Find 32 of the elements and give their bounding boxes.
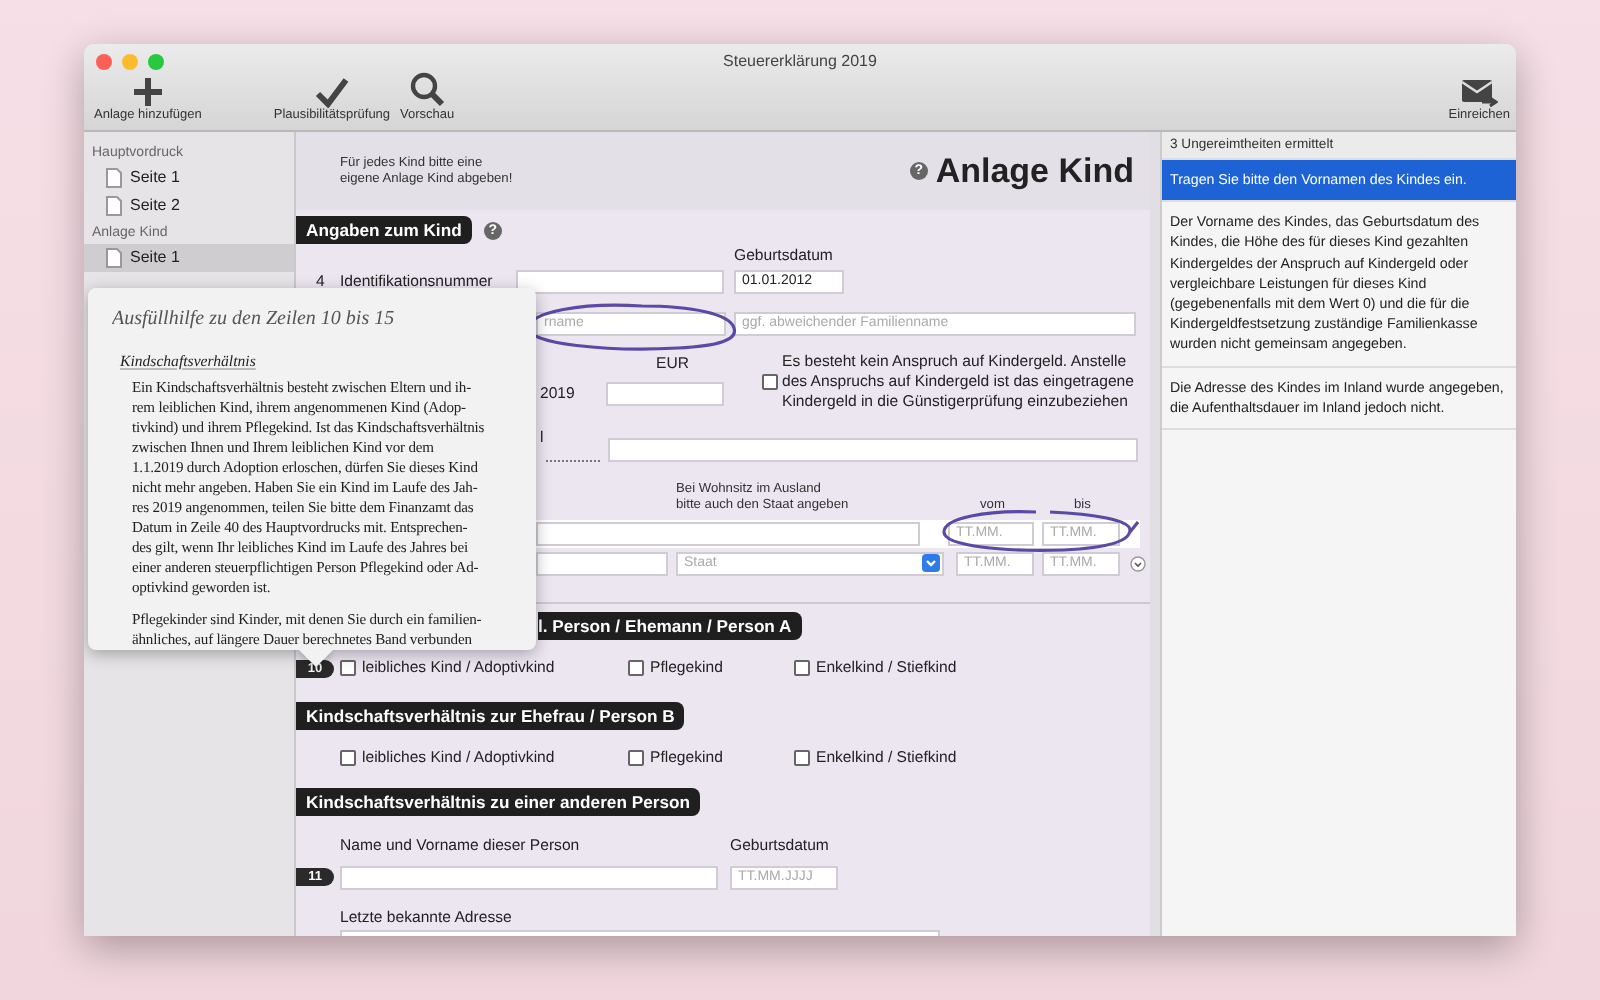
section-header: Kindschaftsverhältnis zur Ehefrau / Person B bbox=[296, 702, 685, 730]
section-header: Angaben zum Kind bbox=[296, 216, 472, 244]
chevron-icon bbox=[922, 554, 940, 572]
sidebar-item[interactable]: Seite 2 bbox=[84, 192, 294, 220]
checkbox[interactable] bbox=[794, 750, 810, 766]
input-field[interactable] bbox=[516, 270, 724, 294]
zoom-button[interactable] bbox=[148, 54, 164, 70]
checkbox[interactable] bbox=[762, 374, 778, 390]
checkbox[interactable] bbox=[340, 750, 356, 766]
search-icon bbox=[409, 72, 446, 108]
sidebar-item[interactable]: Seite 1 bbox=[84, 164, 294, 192]
dropdown-icon[interactable] bbox=[1130, 555, 1146, 571]
checkbox[interactable] bbox=[628, 750, 644, 766]
section-header: l. Person / Ehemann / Person A bbox=[538, 612, 802, 640]
plus-icon bbox=[131, 76, 164, 108]
form-title: Anlage Kind bbox=[935, 149, 1134, 194]
minimize-button[interactable] bbox=[122, 54, 138, 70]
checkbox[interactable] bbox=[628, 660, 644, 676]
input-field[interactable] bbox=[536, 522, 920, 546]
checkmark-icon bbox=[313, 76, 350, 108]
input-field[interactable] bbox=[607, 438, 1138, 462]
window-title: Steuererklärung 2019 bbox=[723, 50, 877, 74]
envelope-icon bbox=[1461, 80, 1498, 108]
sidebar-item[interactable]: Seite 1 bbox=[84, 244, 294, 272]
input-field[interactable] bbox=[606, 381, 724, 406]
section-header: Kindschaftsverhältnis zu einer anderen Person bbox=[296, 788, 700, 816]
input-field[interactable] bbox=[340, 865, 718, 890]
input-field[interactable] bbox=[536, 551, 668, 575]
checkbox[interactable] bbox=[340, 660, 356, 676]
close-button[interactable] bbox=[96, 54, 112, 70]
document-icon bbox=[106, 248, 122, 268]
checkbox[interactable] bbox=[794, 660, 810, 676]
